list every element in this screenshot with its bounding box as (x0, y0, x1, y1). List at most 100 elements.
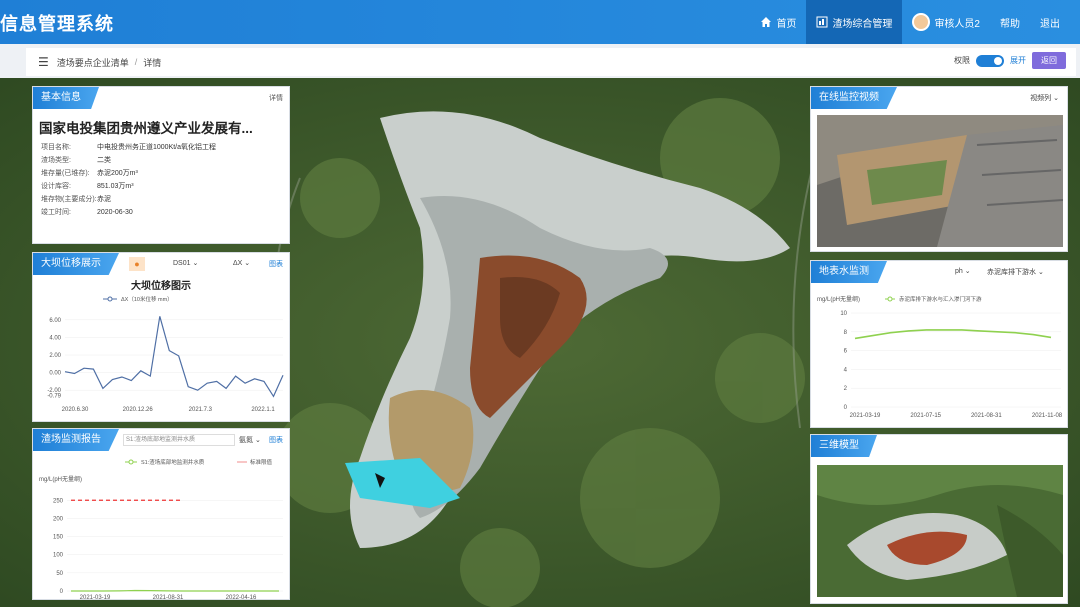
y-tick-label: 0.00 (49, 371, 61, 377)
basic-info-title: 基本信息 (33, 87, 99, 109)
nav-user-label: 审核人员2 (934, 18, 980, 30)
x-tick-label: 2022-04-16 (226, 595, 257, 599)
video-panel: 在线监控视频 视频列 ⌄ (810, 86, 1068, 252)
info-key: 渣场类型: (41, 157, 71, 164)
y-tick-label: 0 (60, 589, 64, 595)
y-axis-label: mg/L(pH无量纲) (39, 475, 82, 483)
info-row: 项目名称: 中电投贵州务正道1000Kt/a氧化铝工程 (41, 141, 286, 154)
video-select[interactable]: 视频列 ⌄ (1030, 93, 1059, 103)
nav-user[interactable]: 审核人员2 (902, 0, 990, 44)
model3d-view[interactable] (817, 465, 1063, 597)
legend-label: ΔX（10米位移 mm） (121, 295, 173, 303)
nav-help-label: 帮助 (1000, 18, 1020, 30)
nav-help[interactable]: 帮助 (990, 0, 1030, 44)
info-value: 2020-06-30 (97, 209, 133, 216)
indicator-value: 氨氮 (239, 437, 253, 444)
main-nav: 首页 渣场综合管理 审核人员2 帮助 退出 (750, 0, 1070, 44)
legend-marker (887, 296, 893, 302)
expand-toggle[interactable] (976, 54, 1004, 67)
axis-select-value: ΔX (233, 260, 243, 267)
nav-logout-label: 退出 (1040, 18, 1060, 30)
legend-marker (128, 459, 134, 465)
legend-label: 标准限值 (250, 458, 273, 466)
app-title: 信息管理系统 (0, 14, 114, 34)
model3d-title: 三维模型 (811, 435, 877, 457)
nav-waste-label: 渣场综合管理 (832, 18, 893, 30)
ph-select[interactable]: ph ⌄ (955, 267, 971, 275)
info-row: 渣场类型: 二类 (41, 154, 286, 167)
y-axis-label: mg/L(pH无量纲) (817, 295, 860, 303)
surface-water-panel: 地表水监测 ph ⌄ 赤泥库排下游水 ⌄ mg/L(pH无量纲) 赤泥库排下游水与… (810, 260, 1068, 428)
chart-title: 大坝位移图示 (131, 279, 191, 292)
displacement-title: 大坝位移展示 (33, 253, 119, 275)
indicator-select[interactable]: 氨氮 ⌄ (239, 435, 261, 445)
surface-water-title: 地表水监测 (811, 261, 887, 283)
y-tick-label: 250 (53, 498, 64, 504)
y-tick-label: 6.00 (49, 318, 61, 324)
breadcrumb-actions: 权限 展开 返回 (954, 52, 1066, 69)
video-select-value: 视频列 (1030, 95, 1052, 102)
info-row: 堆存量(已堆存): 赤泥200万m³ (41, 167, 286, 180)
x-tick-label: 2021-03-19 (80, 595, 111, 599)
top-bar: 信息管理系统 首页 渣场综合管理 审核人员2 帮助 退出 (0, 0, 1080, 44)
toggle-label-right: 展开 (1010, 56, 1026, 65)
model3d-panel: 三维模型 (810, 434, 1068, 604)
legend-label: 赤泥库排下游水与汇入渗门河下游 (899, 295, 982, 303)
dashboard-icon (816, 16, 828, 28)
ph-select-value: ph (955, 268, 963, 275)
displacement-chart-link[interactable]: 图表 (269, 259, 283, 269)
nav-waste-management[interactable]: 渣场综合管理 (806, 0, 903, 44)
info-row: 竣工时间: 2020-06-30 (41, 206, 286, 219)
y-tick-label: -0.79 (47, 393, 61, 399)
y-tick-label: 4 (844, 367, 848, 373)
y-tick-label: 10 (840, 311, 847, 317)
info-key: 项目名称: (41, 144, 71, 151)
x-tick-label: 2021-08-31 (971, 413, 1002, 419)
nav-logout[interactable]: 退出 (1030, 0, 1070, 44)
waste-monitor-chart: S1:渣场底部地监测井水质 标准限值 mg/L(pH无量纲) 250 200 150 100… (39, 458, 283, 599)
breadcrumb: ☰ 渣场要点企业清单 / 详情 权限 展开 返回 (26, 48, 1076, 76)
breadcrumb-item-detail: 详情 (143, 57, 162, 68)
info-key: 设计库容: (41, 183, 71, 190)
info-value: 赤泥200万m³ (97, 170, 138, 177)
series-line (64, 316, 284, 398)
basic-info-more-link[interactable]: 详情 (269, 93, 283, 103)
monitor-point-select[interactable]: S1:渣场底部地监测井水质 (123, 434, 235, 446)
y-tick-label: 2 (844, 386, 848, 392)
legend-marker (107, 296, 113, 302)
waste-chart-link[interactable]: 图表 (269, 435, 283, 445)
menu-icon[interactable]: ☰ (38, 55, 49, 69)
y-tick-label: 4.00 (49, 335, 61, 341)
water-point-select[interactable]: 赤泥库排下游水 ⌄ (987, 267, 1044, 277)
breadcrumb-separator: / (134, 57, 138, 67)
video-thumbnail[interactable] (817, 115, 1063, 247)
info-value: 851.03万m³ (97, 183, 134, 190)
home-icon (761, 17, 772, 27)
x-tick-label: 2021-11-08 (1032, 413, 1063, 419)
nav-home[interactable]: 首页 (750, 0, 806, 44)
basic-info-rows: 项目名称: 中电投贵州务正道1000Kt/a氧化铝工程 渣场类型: 二类 堆存量(已… (41, 141, 286, 219)
series-line (71, 589, 279, 592)
info-key: 堆存量(已堆存): (41, 170, 90, 177)
displacement-chart: 大坝位移图示ΔX（10米位移 mm）6.004.002.000.00-2.00-… (47, 279, 284, 413)
x-tick-label: 2021-03-19 (850, 413, 881, 419)
station-select[interactable]: DS01 ⌄ (173, 259, 198, 267)
y-tick-label: 0 (844, 405, 848, 411)
info-value: 赤泥 (97, 196, 111, 203)
toggle-label-left: 权限 (954, 56, 970, 65)
surface-water-chart: mg/L(pH无量纲) 赤泥库排下游水与汇入渗门河下游 10 8 6 4 2 02021-03… (817, 295, 1063, 419)
x-tick-label: 2020.6.30 (62, 407, 89, 413)
waste-monitor-title: 渣场监测报告 (33, 429, 119, 451)
info-key: 堆存物(主要成分): (41, 196, 97, 203)
back-button[interactable]: 返回 (1032, 52, 1066, 69)
basic-info-panel: 基本信息 详情 国家电投集团贵州遵义产业发展有... 项目名称: 中电投贵州务正道… (32, 86, 290, 244)
info-row: 设计库容: 851.03万m³ (41, 180, 286, 193)
alarm-icon[interactable]: ● (129, 257, 145, 271)
axis-select[interactable]: ΔX ⌄ (233, 259, 250, 267)
monitor-point-value: S1:渣场底部地监测井水质 (126, 437, 196, 443)
station-select-value: DS01 (173, 260, 191, 267)
info-value: 二类 (97, 157, 111, 164)
breadcrumb-item-list[interactable]: 渣场要点企业清单 (57, 56, 129, 69)
displacement-panel: 大坝位移展示 ● DS01 ⌄ ΔX ⌄ 图表 大坝位移图示 ΔX（10米位移 m… (32, 252, 290, 422)
x-tick-label: 2021-07-15 (910, 413, 941, 419)
